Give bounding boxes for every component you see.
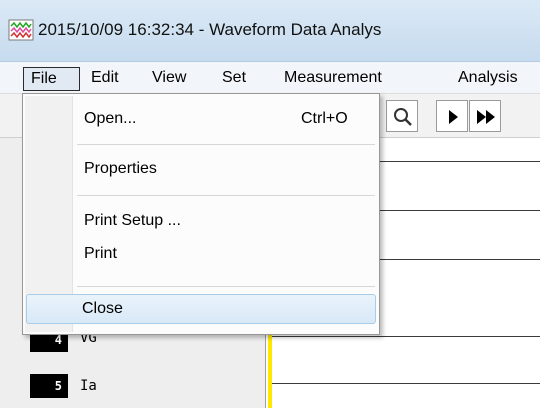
- menu-analysis[interactable]: Analysis: [458, 67, 518, 91]
- title-bar: 2015/10/09 16:32:34 - Waveform Data Anal…: [0, 0, 540, 62]
- channel-baseline: [268, 336, 540, 337]
- menu-item-label: Open...: [84, 110, 137, 127]
- menu-item-label: Close: [82, 300, 123, 317]
- channel-number-badge[interactable]: 5: [30, 374, 68, 398]
- menu-item-print-setup[interactable]: Print Setup ...: [26, 206, 376, 236]
- menu-item-label: Properties: [84, 160, 157, 177]
- menu-bar: File Edit View Set Measurement Analysis: [0, 62, 540, 94]
- waveform-app-icon: [8, 19, 34, 41]
- menu-separator: [77, 144, 375, 145]
- menu-item-label: Print Setup ...: [84, 212, 181, 229]
- play-button[interactable]: [436, 100, 468, 132]
- channel-name: Ia: [80, 378, 97, 394]
- menu-separator: [77, 286, 375, 287]
- channel-baseline: [268, 383, 540, 384]
- zoom-button[interactable]: [386, 100, 418, 132]
- menu-item-shortcut: Ctrl+O: [301, 110, 348, 127]
- menu-file[interactable]: File: [23, 67, 80, 91]
- fast-forward-button[interactable]: [469, 100, 501, 132]
- file-menu-dropdown: Open... Ctrl+O Properties Print Setup ..…: [22, 93, 380, 335]
- menu-view[interactable]: View: [152, 67, 186, 91]
- zoom-icon: [394, 108, 412, 126]
- menu-item-print[interactable]: Print: [26, 239, 376, 269]
- menu-separator: [77, 195, 375, 196]
- menu-item-open[interactable]: Open... Ctrl+O: [26, 104, 376, 134]
- play-icon: [449, 110, 458, 124]
- window-title: 2015/10/09 16:32:34 - Waveform Data Anal…: [38, 20, 382, 39]
- fast-forward-icon: [477, 110, 495, 124]
- menu-item-close[interactable]: Close: [26, 294, 376, 324]
- menu-item-properties[interactable]: Properties: [26, 154, 376, 184]
- menu-item-label: Print: [84, 245, 117, 262]
- menu-set[interactable]: Set: [222, 67, 246, 91]
- menu-edit[interactable]: Edit: [91, 67, 119, 91]
- menu-measurement[interactable]: Measurement: [284, 67, 382, 91]
